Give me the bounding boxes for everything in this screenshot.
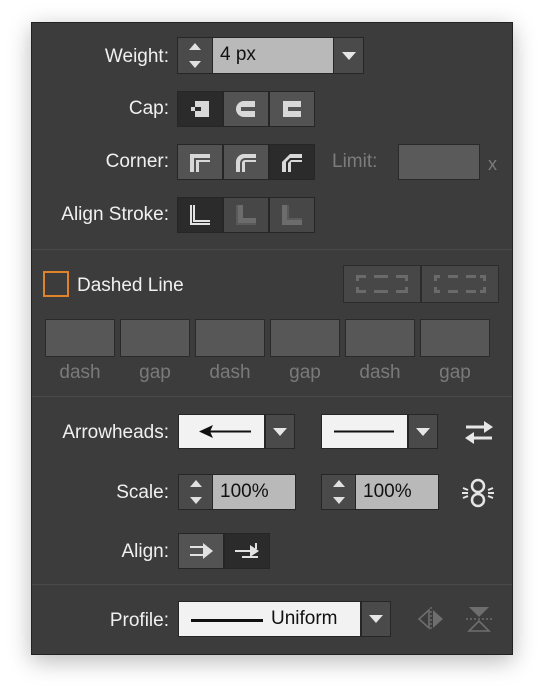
up-arrow-icon: [189, 43, 201, 51]
miter-join-icon: [190, 154, 210, 172]
butt-cap-button[interactable]: [177, 91, 223, 127]
extend-arrow-button[interactable]: [178, 533, 224, 569]
flip-across-button[interactable]: [464, 604, 494, 634]
profile-label: Profile:: [109, 610, 169, 631]
start-scale-stepper[interactable]: [178, 474, 213, 510]
projecting-cap-button[interactable]: [269, 91, 315, 127]
swap-arrows-icon: [465, 421, 493, 444]
align-stroke-outside-button[interactable]: [269, 197, 315, 233]
flip-along-button[interactable]: [416, 606, 446, 632]
scale-label: Scale:: [116, 482, 169, 503]
align-outside-icon: [282, 205, 302, 225]
down-arrow-icon: [189, 497, 202, 504]
profile-select[interactable]: Uniform: [178, 601, 361, 637]
dash-3-label: dash: [359, 362, 401, 383]
chain-link-icon: [462, 478, 494, 508]
link-scale-button[interactable]: [460, 478, 496, 508]
round-cap-button[interactable]: [223, 91, 269, 127]
end-scale-decrement[interactable]: [322, 492, 355, 509]
cap-label: Cap:: [128, 98, 169, 119]
start-arrowhead-dropdown[interactable]: [265, 414, 295, 449]
profile-value: Uniform: [271, 608, 338, 629]
align-inside-icon: [236, 205, 256, 225]
arrowheads-label: Arrowheads:: [62, 422, 169, 443]
chevron-down-icon: [369, 615, 383, 623]
start-scale-increment[interactable]: [179, 475, 212, 492]
limit-input[interactable]: [398, 144, 480, 180]
start-arrowhead-select[interactable]: [178, 414, 265, 449]
gap-3-input[interactable]: [420, 319, 490, 357]
weight-decrement-button[interactable]: [178, 56, 212, 74]
dash-1-label: dash: [59, 362, 101, 383]
stroke-panel: Weight: 4 px Cap: Corner: Limit: x Align…: [31, 22, 513, 655]
corner-label: Corner:: [105, 151, 169, 172]
start-scale-input[interactable]: 100%: [212, 474, 296, 510]
down-arrow-icon: [189, 60, 201, 68]
weight-label: Weight:: [104, 46, 169, 67]
arrow-place-icon: [235, 543, 259, 558]
no-arrowhead-icon: [334, 430, 394, 433]
round-join-button[interactable]: [223, 144, 269, 180]
chevron-down-icon: [341, 51, 356, 60]
weight-input[interactable]: 4 px: [212, 37, 334, 74]
gap-2-label: gap: [289, 362, 321, 383]
dash-corners-icon: [356, 275, 408, 293]
gap-2-input[interactable]: [270, 319, 340, 357]
dash-preserve-button[interactable]: [343, 265, 421, 303]
dash-2-input[interactable]: [195, 319, 265, 357]
round-join-icon: [236, 154, 256, 172]
end-scale-increment[interactable]: [322, 475, 355, 492]
gap-1-input[interactable]: [120, 319, 190, 357]
end-scale-input[interactable]: 100%: [355, 474, 439, 510]
limit-label: Limit:: [332, 151, 378, 172]
end-scale-stepper[interactable]: [321, 474, 356, 510]
flip-vertical-icon: [466, 607, 492, 632]
gap-3-label: gap: [439, 362, 471, 383]
miter-join-button[interactable]: [177, 144, 223, 180]
align-stroke-center-button[interactable]: [177, 197, 223, 233]
butt-cap-icon: [191, 101, 209, 117]
align-stroke-label: Align Stroke:: [61, 204, 169, 225]
arrow-extend-icon: [190, 543, 213, 559]
gap-1-label: gap: [139, 362, 171, 383]
down-arrow-icon: [332, 497, 345, 504]
weight-dropdown-button[interactable]: [333, 37, 364, 74]
dash-2-label: dash: [209, 362, 251, 383]
bevel-join-icon: [282, 154, 302, 172]
weight-increment-button[interactable]: [178, 38, 212, 56]
align-center-icon: [190, 205, 210, 225]
end-arrowhead-dropdown[interactable]: [408, 414, 438, 449]
flip-horizontal-icon: [417, 607, 443, 631]
weight-stepper[interactable]: [177, 37, 213, 74]
divider: [32, 396, 512, 397]
divider: [32, 249, 512, 250]
limit-suffix: x: [488, 154, 497, 174]
dash-1-input[interactable]: [45, 319, 115, 357]
uniform-profile-line-icon: [191, 619, 263, 622]
dash-3-input[interactable]: [345, 319, 415, 357]
place-arrow-button[interactable]: [224, 533, 270, 569]
up-arrow-icon: [332, 480, 345, 487]
dashed-line-checkbox[interactable]: [43, 271, 69, 297]
projecting-cap-icon: [283, 101, 301, 117]
chevron-down-icon: [273, 427, 287, 436]
round-cap-icon: [236, 101, 255, 117]
profile-dropdown-button[interactable]: [361, 601, 391, 637]
chevron-down-icon: [416, 427, 430, 436]
swap-arrowheads-button[interactable]: [462, 419, 496, 445]
dash-align-button[interactable]: [421, 265, 499, 303]
divider: [32, 584, 512, 585]
end-arrowhead-select[interactable]: [321, 414, 408, 449]
align-label: Align:: [121, 541, 169, 562]
dashed-line-label: Dashed Line: [77, 275, 184, 296]
arrow-left-icon: [199, 425, 251, 438]
up-arrow-icon: [189, 480, 202, 487]
dash-align-icon: [434, 275, 486, 293]
bevel-join-button[interactable]: [269, 144, 315, 180]
start-scale-decrement[interactable]: [179, 492, 212, 509]
align-stroke-inside-button[interactable]: [223, 197, 269, 233]
